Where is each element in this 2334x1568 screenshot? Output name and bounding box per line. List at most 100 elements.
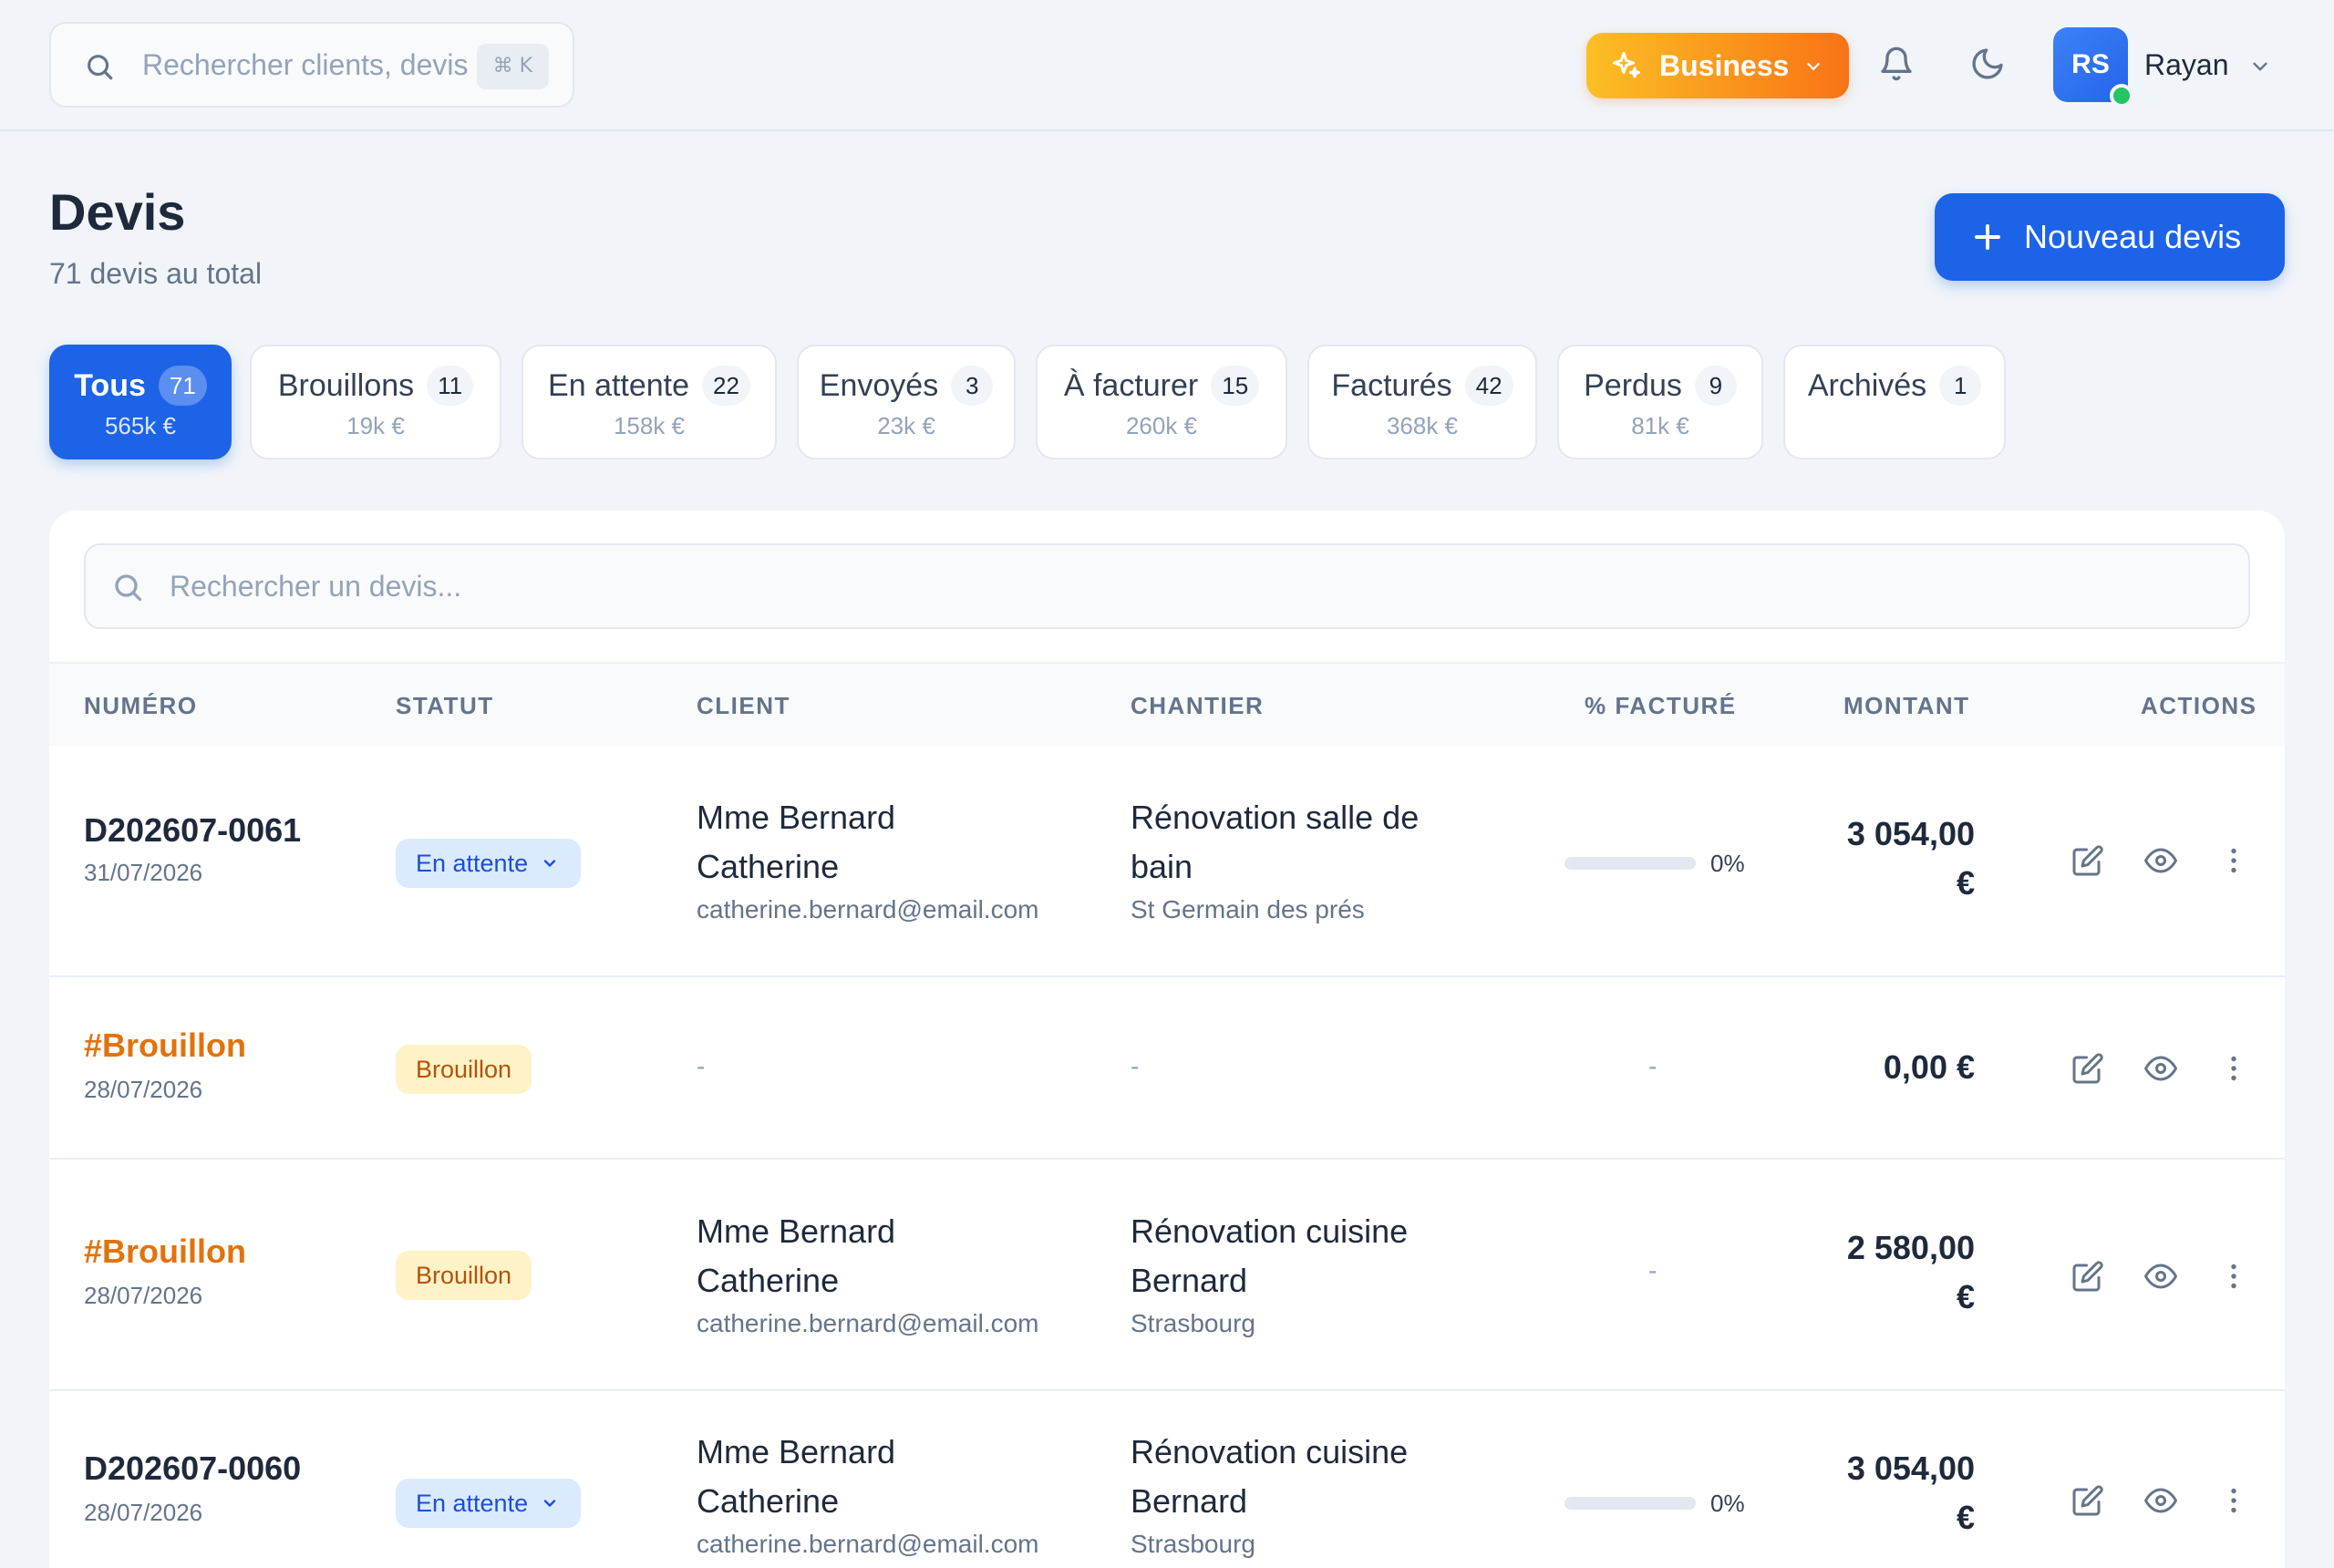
eye-icon[interactable] bbox=[2144, 1260, 2177, 1293]
new-quote-button[interactable]: Nouveau devis bbox=[1935, 193, 2285, 281]
billed-progress-bar bbox=[1565, 1497, 1696, 1510]
more-vertical-icon[interactable] bbox=[2217, 1052, 2250, 1085]
site-name: Rénovation salle de bain bbox=[1131, 793, 1477, 892]
user-name[interactable]: Rayan bbox=[2144, 44, 2229, 86]
site-name-line2: bain bbox=[1131, 848, 1193, 885]
client-empty: - bbox=[697, 1052, 706, 1080]
column-header-statut[interactable]: STATUT bbox=[396, 664, 494, 748]
new-quote-label: Nouveau devis bbox=[2024, 218, 2242, 255]
site-city: Strasbourg bbox=[1131, 1530, 1255, 1558]
billed-progress-bar bbox=[1565, 857, 1696, 870]
tab-a-facturer[interactable]: À facturer 15 260k € bbox=[1036, 345, 1287, 459]
table-header: NUMÉRO STATUT CLIENT CHANTIER % FACTURÉ … bbox=[49, 662, 2285, 746]
table-row[interactable]: #Brouillon 28/07/2026 Brouillon - - - 0,… bbox=[49, 977, 2285, 1160]
tab-label: Archivés bbox=[1807, 367, 1927, 403]
site-name-line2: Bernard bbox=[1131, 1262, 1248, 1299]
column-header-actions: ACTIONS bbox=[2141, 692, 2257, 719]
tab-label: En attente bbox=[548, 367, 690, 403]
tab-label: Perdus bbox=[1584, 367, 1682, 403]
tab-amount: 368k € bbox=[1386, 412, 1459, 439]
quote-date: 31/07/2026 bbox=[84, 859, 203, 886]
column-header-pct-facture[interactable]: % FACTURÉ bbox=[1585, 664, 1737, 748]
column-header-numero[interactable]: NUMÉRO bbox=[84, 664, 198, 748]
more-vertical-icon[interactable] bbox=[2217, 844, 2250, 877]
site-name-line1: Rénovation cuisine bbox=[1131, 1212, 1409, 1250]
quote-number[interactable]: #Brouillon bbox=[84, 1233, 246, 1271]
tab-amount: 565k € bbox=[104, 412, 177, 439]
edit-icon[interactable] bbox=[2071, 1260, 2104, 1293]
quote-date: 28/07/2026 bbox=[84, 1499, 203, 1526]
table-row[interactable]: D202607-0060 28/07/2026 En attente Mme B… bbox=[49, 1391, 2285, 1568]
quote-number[interactable]: D202607-0060 bbox=[84, 1449, 301, 1488]
user-avatar[interactable]: RS bbox=[2053, 27, 2133, 108]
quote-number[interactable]: #Brouillon bbox=[84, 1026, 246, 1065]
moon-icon[interactable] bbox=[1969, 46, 2006, 82]
site-name-line2: Bernard bbox=[1131, 1482, 1248, 1520]
column-header-chantier[interactable]: CHANTIER bbox=[1131, 664, 1264, 748]
quote-amount: 3 054,00 € bbox=[1774, 1444, 1975, 1542]
eye-icon[interactable] bbox=[2144, 1484, 2177, 1517]
column-header-montant[interactable]: MONTANT bbox=[1843, 664, 1970, 748]
plan-badge-button[interactable]: Business bbox=[1586, 33, 1849, 98]
site-city: St Germain des prés bbox=[1131, 895, 1365, 923]
plus-icon bbox=[1975, 224, 2000, 250]
status-badge[interactable]: Brouillon bbox=[396, 1045, 532, 1094]
client-name-line1: Mme Bernard bbox=[697, 799, 896, 836]
tab-amount: 19k € bbox=[346, 412, 405, 439]
tab-tous[interactable]: Tous 71 565k € bbox=[49, 345, 232, 459]
bell-icon[interactable] bbox=[1878, 46, 1915, 82]
quote-number[interactable]: D202607-0061 bbox=[84, 811, 301, 850]
tab-archives[interactable]: Archivés 1 bbox=[1783, 345, 2006, 459]
client-email: catherine.bernard@email.com bbox=[697, 1309, 1039, 1337]
tab-count: 22 bbox=[702, 366, 750, 406]
tab-count: 15 bbox=[1211, 366, 1260, 406]
edit-icon[interactable] bbox=[2071, 1484, 2104, 1517]
client-name-line1: Mme Bernard bbox=[697, 1433, 896, 1470]
client-email: catherine.bernard@email.com bbox=[697, 1530, 1039, 1558]
eye-icon[interactable] bbox=[2144, 1052, 2177, 1085]
tab-count: 1 bbox=[1939, 366, 1982, 406]
more-vertical-icon[interactable] bbox=[2217, 1260, 2250, 1293]
search-icon bbox=[115, 574, 142, 602]
search-shortcut-hint: ⌘ K bbox=[476, 44, 549, 89]
tab-label: À facturer bbox=[1063, 367, 1199, 403]
tab-brouillons[interactable]: Brouillons 11 19k € bbox=[250, 345, 501, 459]
table-row[interactable]: D202607-0061 31/07/2026 En attente Mme B… bbox=[49, 746, 2285, 977]
tab-en-attente[interactable]: En attente 22 158k € bbox=[522, 345, 777, 459]
table-row[interactable]: #Brouillon 28/07/2026 Brouillon Mme Bern… bbox=[49, 1160, 2285, 1391]
client-email: catherine.bernard@email.com bbox=[697, 895, 1039, 923]
status-badge[interactable]: En attente bbox=[396, 1479, 582, 1528]
more-vertical-icon[interactable] bbox=[2217, 1484, 2250, 1517]
site-name: Rénovation cuisine Bernard bbox=[1131, 1428, 1477, 1526]
chevron-down-icon bbox=[543, 1500, 556, 1508]
tab-amount: 158k € bbox=[613, 412, 686, 439]
quote-amount-currency: € bbox=[1956, 1499, 1975, 1536]
status-badge[interactable]: Brouillon bbox=[396, 1251, 532, 1300]
edit-icon[interactable] bbox=[2071, 1052, 2104, 1085]
global-search-input[interactable]: Rechercher clients, devis ⌘ K bbox=[49, 22, 574, 108]
quote-amount-value: 2 580,00 bbox=[1846, 1229, 1975, 1266]
tab-count: 3 bbox=[951, 366, 994, 406]
column-header-client[interactable]: CLIENT bbox=[697, 664, 790, 748]
chevron-down-icon[interactable] bbox=[2248, 55, 2272, 78]
tab-amount: 81k € bbox=[1631, 412, 1689, 439]
status-label: En attente bbox=[416, 850, 529, 877]
global-search-placeholder: Rechercher clients, devis bbox=[142, 48, 469, 81]
tab-perdus[interactable]: Perdus 9 81k € bbox=[1557, 345, 1763, 459]
billed-empty: - bbox=[1648, 1256, 1658, 1284]
tab-envoyes[interactable]: Envoyés 3 23k € bbox=[797, 345, 1016, 459]
tab-factures[interactable]: Facturés 42 368k € bbox=[1307, 345, 1537, 459]
eye-icon[interactable] bbox=[2144, 844, 2177, 877]
top-bar: Rechercher clients, devis ⌘ K Business R… bbox=[0, 0, 2334, 131]
page-subtitle: 71 devis au total bbox=[49, 257, 263, 290]
billed-empty: - bbox=[1648, 1052, 1658, 1080]
quote-search-input[interactable]: Rechercher un devis... bbox=[84, 543, 2250, 629]
edit-icon[interactable] bbox=[2071, 844, 2104, 877]
tab-count: 42 bbox=[1464, 366, 1513, 406]
client-name-line2: Catherine bbox=[697, 1482, 840, 1520]
quote-amount-currency: € bbox=[1956, 1278, 1975, 1315]
billed-percent: 0% bbox=[1710, 1490, 1745, 1517]
status-badge[interactable]: En attente bbox=[396, 839, 582, 888]
site-empty: - bbox=[1131, 1052, 1140, 1080]
sparkles-icon bbox=[1613, 52, 1640, 78]
